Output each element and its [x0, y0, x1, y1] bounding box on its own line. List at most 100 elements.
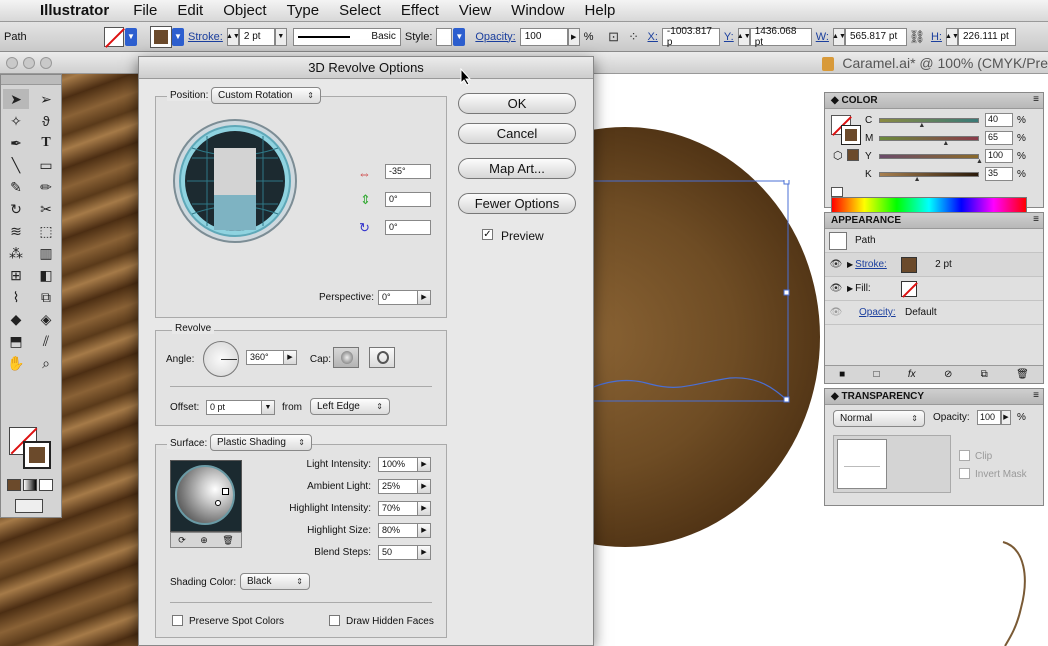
screen-mode-icon[interactable]	[15, 499, 43, 513]
panel-collapse-icon[interactable]: ◆	[831, 391, 841, 402]
appearance-stroke-swatch[interactable]	[901, 256, 918, 273]
menu-window[interactable]: Window	[501, 2, 574, 19]
draw-hidden-faces-checkbox[interactable]	[329, 615, 340, 626]
menu-effect[interactable]: Effect	[391, 2, 449, 19]
appearance-stroke-row[interactable]: 👁 ▶ Stroke: 2 pt	[825, 253, 1043, 277]
visibility-eye-icon[interactable]: 👁	[825, 307, 847, 318]
zoom-tool-icon[interactable]: ⌕	[33, 353, 59, 373]
yellow-slider[interactable]: ▲	[879, 153, 983, 165]
fewer-options-button[interactable]: Fewer Options	[458, 193, 576, 214]
expand-triangle-icon[interactable]: ▶	[847, 260, 853, 269]
opacity-field[interactable]: 100	[519, 27, 568, 46]
visibility-eye-icon[interactable]: 👁	[825, 283, 847, 294]
direct-selection-tool-icon[interactable]: ➢	[33, 89, 59, 109]
selection-tool-icon[interactable]: ➤	[3, 89, 29, 109]
h-stepper[interactable]: ▲▼	[945, 27, 959, 46]
from-dropdown[interactable]: Left Edge ⇕	[310, 398, 390, 415]
menu-object[interactable]: Object	[213, 2, 276, 19]
light-source-handle[interactable]	[222, 488, 229, 495]
spectrum-none-icon[interactable]	[831, 187, 843, 197]
mesh-tool-icon[interactable]: ⊞	[3, 265, 29, 285]
x-rotation-field[interactable]: -35°	[385, 164, 431, 179]
align-grid-icon[interactable]: ⁘	[624, 27, 644, 47]
color-stroke-swatch[interactable]	[841, 125, 861, 145]
color-spectrum-bar[interactable]	[831, 197, 1027, 213]
position-dropdown[interactable]: Custom Rotation ⇕	[211, 87, 321, 104]
cancel-button[interactable]: Cancel	[458, 123, 576, 144]
menu-file[interactable]: File	[123, 2, 167, 19]
tools-panel-header[interactable]	[1, 75, 61, 85]
light-secondary-handle[interactable]	[215, 500, 221, 506]
z-rotation-field[interactable]: 0°	[385, 220, 431, 235]
stroke-color-swatch[interactable]	[23, 441, 51, 469]
w-label[interactable]: W:	[812, 31, 833, 43]
cap-on-button[interactable]	[333, 347, 359, 368]
panel-menu-icon[interactable]: ≡	[1033, 214, 1039, 225]
symbol-sprayer-tool-icon[interactable]: ⁂	[3, 243, 29, 263]
clip-checkbox[interactable]	[959, 450, 970, 461]
menu-type[interactable]: Type	[277, 2, 330, 19]
add-new-fill-icon[interactable]: □	[874, 369, 880, 380]
live-paint-tool-icon[interactable]: ◆	[3, 309, 29, 329]
none-mode-icon[interactable]	[39, 479, 53, 491]
constrain-link-icon[interactable]: ⛓	[907, 27, 927, 47]
eyedropper-tool-icon[interactable]: ⌇	[3, 287, 29, 307]
clear-appearance-icon[interactable]: ⊘	[944, 369, 952, 380]
stroke-weight-field[interactable]: 2 pt	[238, 27, 275, 46]
stroke-link[interactable]: Stroke:	[184, 31, 227, 43]
transform-reference-icon[interactable]: ⊡	[604, 27, 624, 47]
warp-tool-icon[interactable]: ≋	[3, 221, 29, 241]
stroke-weight-dropdown-icon[interactable]: ▼	[274, 27, 287, 46]
ambient-light-field[interactable]: 25%	[378, 479, 418, 494]
color-panel-header[interactable]: ◆ COLOR ≡	[825, 93, 1043, 109]
add-new-effect-icon[interactable]: fx	[908, 369, 916, 380]
hand-tool-icon[interactable]: ✋	[3, 353, 29, 373]
y-field[interactable]: 1436.068 pt	[749, 26, 812, 48]
gradient-tool-icon[interactable]: ◧	[33, 265, 59, 285]
menu-view[interactable]: View	[449, 2, 501, 19]
ok-button[interactable]: OK	[458, 93, 576, 114]
panel-menu-icon[interactable]: ≡	[1033, 94, 1039, 105]
fill-stroke-widget[interactable]	[9, 427, 53, 471]
panel-collapse-icon[interactable]: ◆	[831, 95, 841, 106]
angle-arrow-icon[interactable]: ▶	[283, 350, 297, 365]
rotation-track-cube[interactable]	[172, 118, 298, 244]
type-tool-icon[interactable]: T	[33, 133, 59, 153]
artboard-tool-icon[interactable]: ⬒	[3, 331, 29, 351]
lasso-tool-icon[interactable]: ϑ	[33, 111, 59, 131]
paintbrush-tool-icon[interactable]: ✎	[3, 177, 29, 197]
surface-dropdown[interactable]: Plastic Shading ⇕	[210, 434, 312, 451]
slider-thumb-icon[interactable]: ▲	[942, 140, 949, 147]
visibility-eye-icon[interactable]: 👁	[825, 259, 847, 270]
w-stepper[interactable]: ▲▼	[832, 27, 846, 46]
cyan-slider[interactable]: ▲	[879, 117, 979, 129]
color-mode-icon[interactable]	[7, 479, 21, 491]
black-field[interactable]: 35	[985, 167, 1013, 181]
appearance-fill-none-swatch[interactable]	[901, 280, 918, 298]
delete-item-icon[interactable]: 🗑	[1016, 369, 1029, 380]
y-rotation-field[interactable]: 0°	[385, 192, 431, 207]
cyan-field[interactable]: 40	[985, 113, 1013, 127]
magenta-slider[interactable]: ▲	[879, 135, 979, 147]
h-field[interactable]: 226.111 pt	[957, 27, 1016, 46]
expand-triangle-icon[interactable]: ▶	[847, 284, 853, 293]
duplicate-item-icon[interactable]: ⧉	[981, 369, 988, 380]
selected-path-bounding-box[interactable]	[590, 180, 800, 410]
appearance-opacity-link[interactable]: Opacity:	[859, 307, 905, 318]
stroke-stepper[interactable]: ▲▼	[226, 27, 240, 46]
panel-menu-icon[interactable]: ≡	[1033, 390, 1039, 401]
delete-light-icon[interactable]: 🗑	[222, 535, 233, 546]
opacity-link[interactable]: Opacity:	[471, 31, 519, 43]
preserve-spot-colors-checkbox[interactable]	[172, 615, 183, 626]
slider-thumb-icon[interactable]: ▲	[976, 158, 983, 165]
appearance-stroke-link[interactable]: Stroke:	[855, 259, 901, 270]
transparency-opacity-arrow-icon[interactable]: ▶	[1001, 410, 1011, 425]
rotate-tool-icon[interactable]: ↻	[3, 199, 29, 219]
appearance-fill-row[interactable]: 👁 ▶ Fill:	[825, 277, 1043, 301]
slider-thumb-icon[interactable]: ▲	[914, 176, 921, 183]
out-of-gamut-cube-icon[interactable]: ⬡	[833, 149, 843, 162]
perspective-arrow-icon[interactable]: ▶	[417, 290, 431, 305]
angle-field[interactable]: 360°	[246, 350, 284, 365]
app-menu[interactable]: Illustrator	[34, 2, 123, 19]
move-light-back-icon[interactable]: ⟳	[178, 535, 186, 546]
